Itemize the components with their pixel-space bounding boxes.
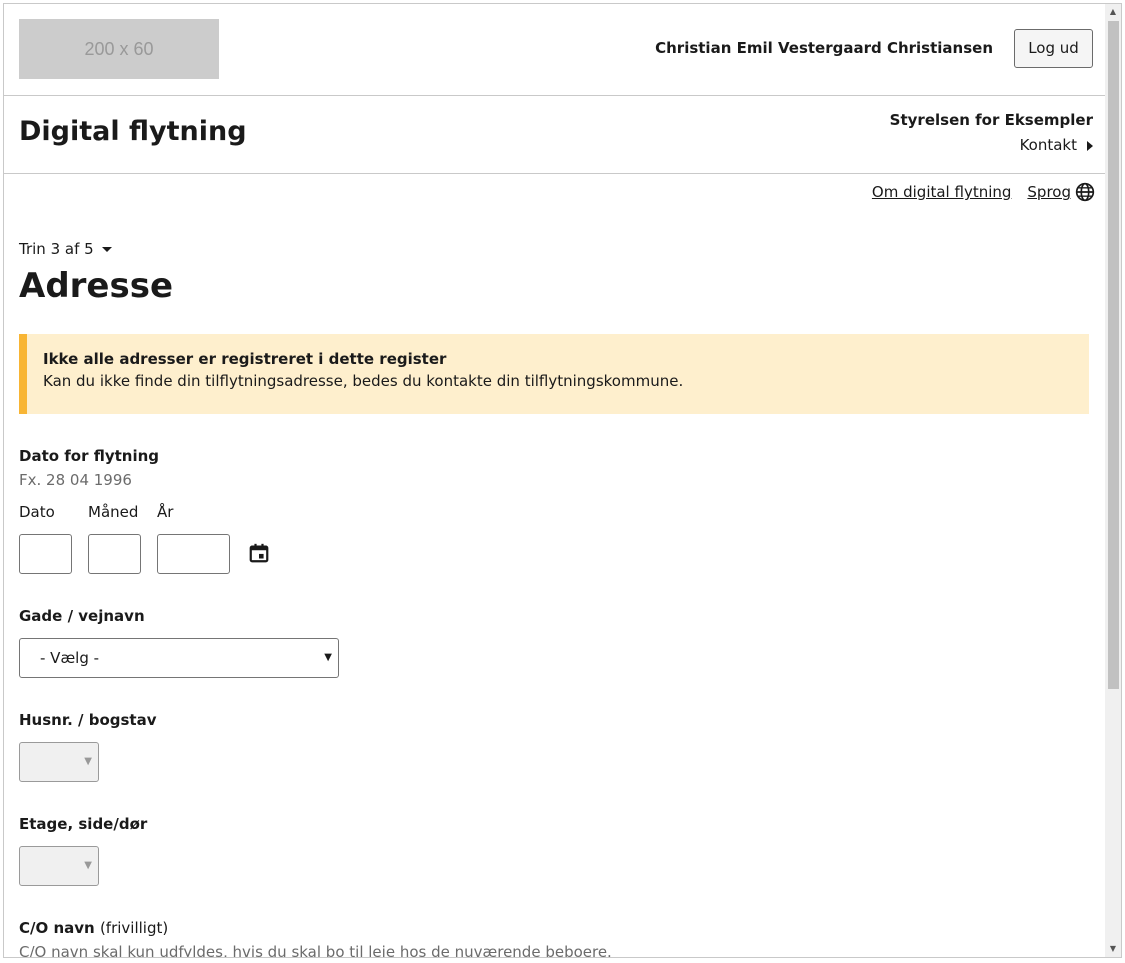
select-arrow-icon: ▼ bbox=[84, 756, 92, 767]
alert-heading: Ikke alle adresser er registreret i dett… bbox=[43, 350, 447, 368]
street-selected-value: - Vælg - bbox=[40, 649, 100, 667]
caret-right-icon bbox=[1087, 140, 1093, 151]
select-arrow-icon: ▼ bbox=[84, 860, 92, 871]
date-hint: Fx. 28 04 1996 bbox=[19, 471, 132, 489]
year-label: År bbox=[157, 503, 174, 521]
step-label: Trin 3 af 5 bbox=[19, 240, 94, 258]
co-hint: C/O navn skal kun udfyldes, hvis du skal… bbox=[19, 943, 612, 957]
solution-title: Digital flytning bbox=[19, 116, 247, 147]
logout-button[interactable]: Log ud bbox=[1014, 29, 1093, 68]
scrollbar-thumb[interactable] bbox=[1108, 21, 1119, 689]
floor-select[interactable]: ▼ bbox=[19, 846, 99, 886]
chevron-down-icon bbox=[101, 247, 112, 252]
browser-viewport: 200 x 60 Christian Emil Vestergaard Chri… bbox=[3, 3, 1122, 958]
co-label: C/O navn (frivilligt) bbox=[19, 919, 168, 937]
user-name: Christian Emil Vestergaard Christiansen bbox=[655, 39, 993, 57]
logo-placeholder[interactable]: 200 x 60 bbox=[19, 19, 219, 79]
street-label: Gade / vejnavn bbox=[19, 607, 145, 625]
street-select[interactable]: - Vælg - ▼ bbox=[19, 638, 339, 678]
portal-header: 200 x 60 Christian Emil Vestergaard Chri… bbox=[4, 4, 1107, 96]
about-link[interactable]: Om digital flytning bbox=[872, 183, 1011, 201]
year-input[interactable] bbox=[157, 534, 230, 574]
contact-label: Kontakt bbox=[1019, 136, 1077, 154]
vertical-scrollbar[interactable]: ▲ ▼ bbox=[1105, 4, 1121, 957]
day-label: Dato bbox=[19, 503, 55, 521]
globe-icon[interactable] bbox=[1075, 182, 1095, 202]
co-label-text: C/O navn bbox=[19, 919, 95, 937]
month-label: Måned bbox=[88, 503, 139, 521]
solution-header: Digital flytning Styrelsen for Eksempler… bbox=[4, 95, 1107, 174]
month-input[interactable] bbox=[88, 534, 141, 574]
step-indicator[interactable]: Trin 3 af 5 bbox=[19, 240, 112, 258]
utility-links: Om digital flytning Sprog bbox=[872, 182, 1095, 202]
warning-alert: Ikke alle adresser er registreret i dett… bbox=[19, 334, 1089, 414]
day-input[interactable] bbox=[19, 534, 72, 574]
page-content: 200 x 60 Christian Emil Vestergaard Chri… bbox=[4, 4, 1107, 957]
page-title: Adresse bbox=[19, 266, 174, 306]
select-arrow-icon: ▼ bbox=[324, 652, 332, 663]
alert-text: Kan du ikke finde din tilflytningsadress… bbox=[43, 372, 684, 390]
date-label: Dato for flytning bbox=[19, 447, 160, 465]
floor-label: Etage, side/dør bbox=[19, 815, 148, 833]
co-optional-text: (frivilligt) bbox=[99, 919, 169, 937]
contact-link[interactable]: Kontakt bbox=[1020, 136, 1093, 154]
authority-name: Styrelsen for Eksempler bbox=[889, 111, 1093, 129]
scroll-up-icon[interactable]: ▲ bbox=[1105, 4, 1121, 20]
language-link[interactable]: Sprog bbox=[1027, 183, 1071, 201]
house-number-label: Husnr. / bogstav bbox=[19, 711, 157, 729]
calendar-icon[interactable] bbox=[248, 542, 270, 564]
scroll-down-icon[interactable]: ▼ bbox=[1105, 941, 1121, 957]
house-number-select[interactable]: ▼ bbox=[19, 742, 99, 782]
